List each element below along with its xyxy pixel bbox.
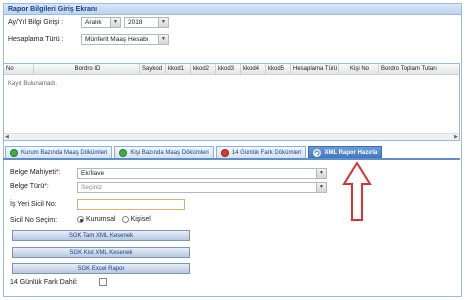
sicil-radio-group: Kurumsal Kişisel: [77, 216, 151, 223]
col-kkod5[interactable]: kkod5: [266, 64, 291, 74]
tab-label: XML Rapor Hazırla: [324, 149, 378, 156]
green-circle-icon: [119, 148, 128, 157]
calc-row: Hesaplama Türü : Münferit Maaş Hesabı ▼: [8, 34, 169, 45]
radio-kisisel-label: Kişisel: [130, 216, 151, 223]
month-value: Aralık: [85, 19, 102, 26]
sgk-excel-button[interactable]: SGK Excel Rapor: [12, 263, 190, 274]
sicil-secim-label: Sicil No Seçim:: [10, 217, 58, 224]
belge-turu-text: Belge Türü: [10, 183, 45, 190]
tab-label: Kurum Bazında Maaş Dökümleri: [21, 149, 108, 156]
tab-14-gunluk-fark[interactable]: 14 Günlük Fark Dökümleri: [215, 146, 307, 158]
calc-label: Hesaplama Türü :: [8, 36, 64, 43]
scroll-left-icon[interactable]: ◀: [5, 134, 9, 140]
col-kisi-no[interactable]: Kişi No: [339, 64, 379, 74]
calc-select[interactable]: Münferit Maaş Hesabı ▼: [81, 34, 169, 45]
required-mark: *:: [44, 183, 49, 190]
period-label: Ay/Yıl Bilgi Girişi :: [8, 19, 64, 26]
report-tabs: Kurum Bazında Maaş Dökümleri Kişi Bazınd…: [3, 146, 460, 160]
col-kkod3[interactable]: kkod3: [216, 64, 241, 74]
chevron-down-icon[interactable]: ▼: [110, 18, 120, 27]
tab-kurum-bazinda[interactable]: Kurum Bazında Maaş Dökümleri: [5, 146, 113, 158]
radio-kisisel[interactable]: [121, 216, 129, 223]
col-no[interactable]: No: [4, 64, 34, 74]
scroll-right-icon[interactable]: ▶: [454, 134, 458, 140]
grid-horizontal-scrollbar[interactable]: ◀ ▶: [4, 133, 459, 140]
belge-mahiyet-value: Ek/İlave: [81, 170, 105, 177]
belge-turu-placeholder: Seçiniz: [81, 184, 102, 191]
belge-turu-select[interactable]: Seçiniz ▼: [77, 182, 327, 193]
belge-turu-label: Belge Türü*:: [10, 183, 49, 190]
tab-xml-rapor[interactable]: XML Rapor Hazırla: [308, 146, 383, 158]
col-kkod4[interactable]: kkod4: [241, 64, 266, 74]
col-kkod1[interactable]: kkod1: [166, 64, 191, 74]
bordro-grid: No Bordro ID Saykod kkod1 kkod2 kkod3 kk…: [3, 63, 460, 141]
month-select[interactable]: Aralık ▼: [81, 17, 121, 28]
grid-empty-text: Kayıt Bulunamadı.: [8, 81, 58, 87]
col-kkod2[interactable]: kkod2: [191, 64, 216, 74]
isyeri-sicil-input[interactable]: [77, 199, 185, 210]
col-hesaplama[interactable]: Hesaplama Türü: [291, 64, 339, 74]
xml-report-form: Belge Mahiyeti*: Ek/İlave ▼ Belge Türü*:…: [3, 162, 460, 296]
belge-mahiyet-select[interactable]: Ek/İlave ▼: [77, 168, 327, 179]
radio-kurumsal-label: Kurumsal: [86, 216, 116, 223]
tab-label: Kişi Bazında Maaş Dökümleri: [130, 149, 209, 156]
red-circle-icon: [220, 148, 229, 157]
belge-mahiyet-label: Belge Mahiyeti*:: [10, 169, 61, 176]
chevron-down-icon[interactable]: ▼: [316, 169, 326, 178]
fark-dahil-checkbox[interactable]: [99, 278, 107, 286]
col-saykod[interactable]: Saykod: [140, 64, 166, 74]
tab-label: 14 Günlük Fark Dökümleri: [231, 149, 302, 156]
tab-kisi-bazinda[interactable]: Kişi Bazında Maaş Dökümleri: [114, 146, 214, 158]
grid-header: No Bordro ID Saykod kkod1 kkod2 kkod3 kk…: [4, 64, 459, 75]
isyeri-label: İş Yeri Sicil No:: [10, 201, 57, 208]
year-select[interactable]: 2018 ▼: [124, 17, 169, 28]
col-bordro-id[interactable]: Bordro ID: [34, 64, 140, 74]
fark-dahil-label: 14 Günlük Fark Dahil:: [10, 279, 78, 286]
year-value: 2018: [128, 19, 143, 26]
radio-kurumsal[interactable]: [77, 216, 84, 223]
belge-mahiyet-text: Belge Mahiyeti: [10, 169, 56, 176]
required-mark: *:: [55, 169, 61, 176]
sgk-kist-xml-button[interactable]: SGK Kist XML Kesenek: [12, 247, 190, 258]
chevron-down-icon[interactable]: ▼: [158, 18, 168, 27]
chevron-down-icon[interactable]: ▼: [158, 35, 168, 44]
calc-value: Münferit Maaş Hesabı: [85, 36, 149, 43]
sgk-tam-xml-button[interactable]: SGK Tam XML Kesenek: [12, 230, 190, 241]
annotation-arrow: [342, 162, 372, 221]
green-circle-icon: [10, 148, 18, 157]
chevron-down-icon[interactable]: ▼: [316, 183, 326, 192]
col-toplam[interactable]: Bordro Toplam Tutarı: [379, 64, 441, 74]
panel-title: Rapor Bilgileri Giriş Ekranı: [4, 4, 461, 15]
period-row: Ay/Yıl Bilgi Girişi : Aralık ▼ 2018 ▼: [8, 17, 169, 28]
refresh-icon: [313, 148, 322, 157]
